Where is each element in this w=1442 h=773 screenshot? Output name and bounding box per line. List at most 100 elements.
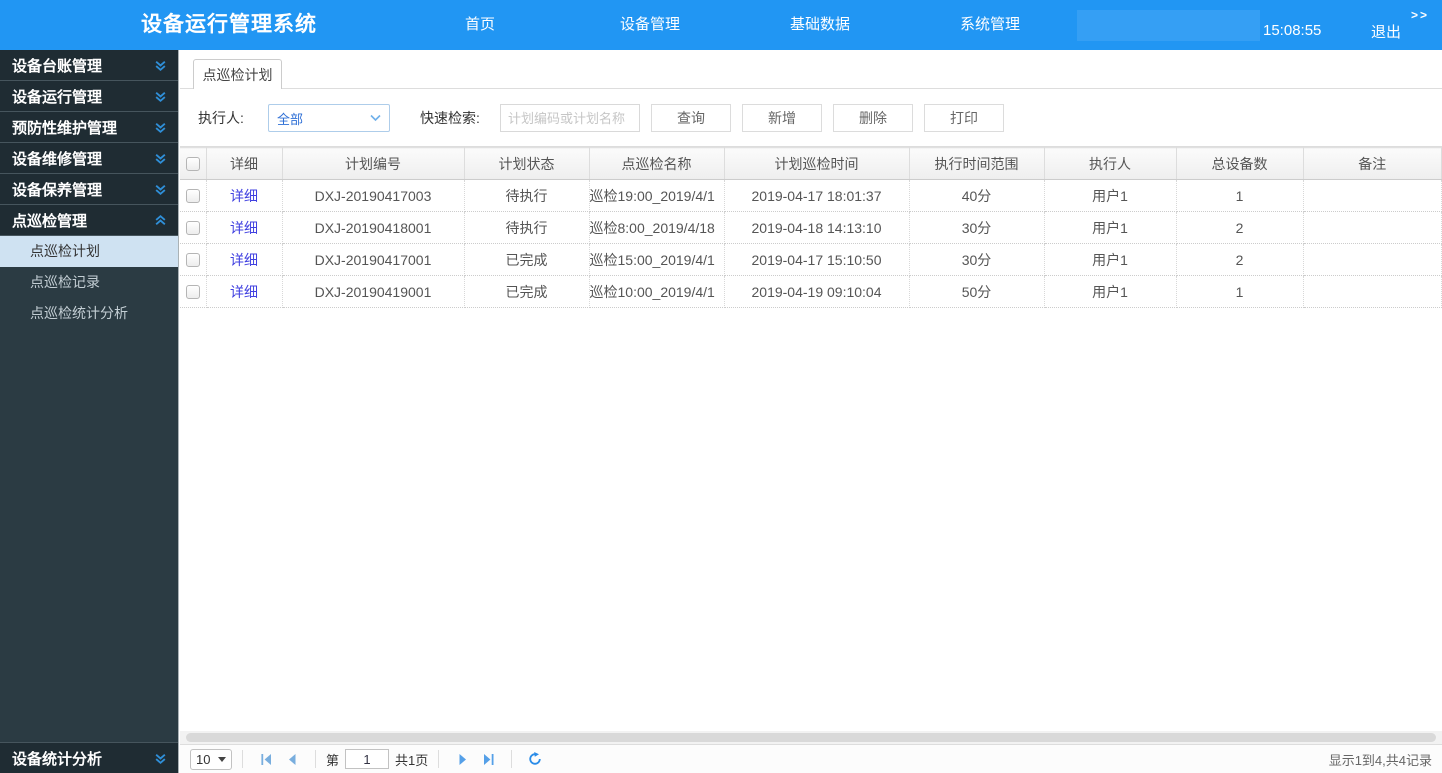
prev-page-button[interactable]	[279, 748, 305, 770]
device-count-cell: 1	[1176, 179, 1304, 212]
sidebar-section[interactable]: 点巡检管理	[0, 205, 178, 236]
detail-cell: 详细	[206, 243, 283, 276]
inspection-name-cell: 巡检15:00_2019/4/1	[589, 243, 725, 276]
query-button[interactable]: 查询	[651, 104, 731, 132]
row-checkbox[interactable]	[185, 220, 200, 235]
device-count-cell: 2	[1176, 243, 1304, 276]
tab-inspection-plan[interactable]: 点巡检计划	[193, 59, 282, 90]
app-window: 设备运行管理系统 首页 设备管理 基础数据 系统管理 15:08:55 退出 >> 设…	[0, 0, 1442, 773]
sidebar-section-label: 设备保养管理	[12, 181, 103, 199]
pagination-bar: 10 第 共1页 显示1到4,共	[180, 744, 1442, 773]
sidebar-section[interactable]: 设备台账管理	[0, 50, 178, 81]
plan-time-cell: 2019-04-17 18:01:37	[724, 179, 910, 212]
sidebar-subitem[interactable]: 点巡检统计分析	[0, 298, 178, 329]
collapse-arrows-icon[interactable]: >>	[1411, 8, 1429, 22]
executor-cell: 用户1	[1044, 243, 1177, 276]
sidebar: 设备台账管理设备运行管理预防性维护管理 设备维修管理 设备保养管理 点巡检管理点巡检计…	[0, 50, 179, 773]
sidebar-section[interactable]: 设备运行管理	[0, 81, 178, 112]
sidebar-section-label: 设备台账管理	[12, 57, 103, 75]
plan-status-cell: 已完成	[464, 243, 590, 276]
top-nav: 首页 设备管理 基础数据 系统管理	[395, 0, 1075, 50]
executor-select[interactable]: 全部	[268, 104, 390, 132]
select-all-checkbox[interactable]	[185, 156, 200, 171]
plan-number-cell: DXJ-20190418001	[282, 211, 465, 244]
column-header: 点巡检名称	[589, 147, 725, 180]
plan-status-cell: 待执行	[464, 179, 590, 212]
sidebar-section[interactable]: 预防性维护管理	[0, 112, 178, 143]
dropdown-arrow-icon	[218, 756, 226, 762]
row-checkbox[interactable]	[185, 284, 200, 299]
last-page-button[interactable]	[475, 748, 501, 770]
detail-cell: 详细	[206, 179, 283, 212]
sidebar-section[interactable]: 设备维修管理	[0, 143, 178, 174]
sidebar-section-label: 设备统计分析	[12, 750, 103, 768]
horizontal-scrollbar-thumb[interactable]	[186, 733, 1436, 742]
row-checkbox[interactable]	[185, 188, 200, 203]
row-checkbox[interactable]	[185, 252, 200, 267]
detail-link[interactable]: 详细	[230, 220, 258, 236]
delete-button[interactable]: 删除	[833, 104, 913, 132]
search-input[interactable]	[500, 104, 640, 132]
plan-number-cell: DXJ-20190417001	[282, 243, 465, 276]
refresh-button[interactable]	[522, 748, 548, 770]
sidebar-spacer	[0, 329, 178, 742]
executor-label: 执行人:	[198, 110, 244, 126]
column-header: 详细	[206, 147, 283, 180]
nav-item-4[interactable]: 系统管理	[905, 0, 1075, 50]
next-page-button[interactable]	[449, 748, 475, 770]
inspection-name-cell: 巡检10:00_2019/4/1	[589, 275, 725, 308]
divider	[438, 750, 440, 768]
main-content: 点巡检计划 执行人: 全部 快速检索: 查询新增删除打印 详细计划编号计划状态点…	[180, 50, 1442, 773]
current-page-input[interactable]	[345, 749, 390, 769]
row-select-cell	[180, 179, 207, 212]
sidebar-section[interactable]: 设备统计分析	[0, 742, 178, 773]
nav-highlight-box	[1077, 10, 1260, 41]
table-row: 详细 DXJ-20190419001 已完成 巡检10:00_2019/4/1 2019…	[180, 275, 1442, 308]
column-header: 执行人	[1044, 147, 1177, 180]
detail-link[interactable]: 详细	[230, 252, 258, 268]
column-header: 计划巡检时间	[724, 147, 910, 180]
divider	[242, 750, 243, 768]
print-button[interactable]: 打印	[924, 104, 1004, 132]
sidebar-subitem[interactable]: 点巡检记录	[0, 267, 178, 298]
page-size-select[interactable]: 10	[190, 748, 232, 770]
add-button[interactable]: 新增	[742, 104, 822, 132]
sidebar-section-label: 设备维修管理	[12, 150, 103, 168]
double-chevron-down-icon	[154, 752, 167, 765]
logout-button[interactable]: 退出	[1371, 21, 1401, 42]
action-buttons: 查询 新增 删除 打印	[651, 104, 1004, 132]
column-header: 计划状态	[464, 147, 590, 180]
double-chevron-up-icon	[154, 214, 167, 227]
inspection-name-cell: 巡检8:00_2019/4/18	[589, 211, 725, 244]
column-header: 计划编号	[282, 147, 465, 180]
detail-link[interactable]: 详细	[230, 284, 258, 300]
nav-item-1[interactable]: 首页	[395, 0, 565, 50]
horizontal-scrollbar	[180, 731, 1442, 744]
sidebar-section-label: 点巡检管理	[12, 212, 88, 230]
remark-cell	[1303, 275, 1442, 308]
plan-time-cell: 2019-04-18 14:13:10	[724, 211, 910, 244]
table-header-row: 详细 计划编号 计划状态 点巡检名称 计划巡检时间 执行时间范围 执行人 总设备数 备注	[180, 147, 1442, 180]
sidebar-section[interactable]: 设备保养管理	[0, 174, 178, 205]
app-title: 设备运行管理系统	[141, 13, 317, 36]
sidebar-section-label: 预防性维护管理	[12, 119, 118, 137]
time-range-cell: 30分	[909, 243, 1045, 276]
sidebar-subitem[interactable]: 点巡检计划	[0, 236, 178, 267]
nav-item-2[interactable]: 设备管理	[565, 0, 735, 50]
first-page-button[interactable]	[253, 748, 279, 770]
divider	[511, 750, 513, 768]
time-range-cell: 50分	[909, 275, 1045, 308]
executor-cell: 用户1	[1044, 211, 1177, 244]
plan-status-cell: 已完成	[464, 275, 590, 308]
detail-link[interactable]: 详细	[230, 188, 258, 204]
inspection-plan-table: 详细 计划编号 计划状态 点巡检名称 计划巡检时间 执行时间范围 执行人 总设备数 备注 详细 D…	[180, 147, 1442, 308]
top-header: 设备运行管理系统 首页 设备管理 基础数据 系统管理 15:08:55 退出 >>	[0, 0, 1442, 50]
time-range-cell: 30分	[909, 211, 1045, 244]
column-header: 备注	[1303, 147, 1442, 180]
executor-select-value: 全部	[277, 111, 304, 127]
chevron-down-icon	[370, 109, 381, 127]
nav-item-3[interactable]: 基础数据	[735, 0, 905, 50]
time-range-cell: 40分	[909, 179, 1045, 212]
row-select-cell	[180, 211, 207, 244]
double-chevron-down-icon	[154, 152, 167, 165]
